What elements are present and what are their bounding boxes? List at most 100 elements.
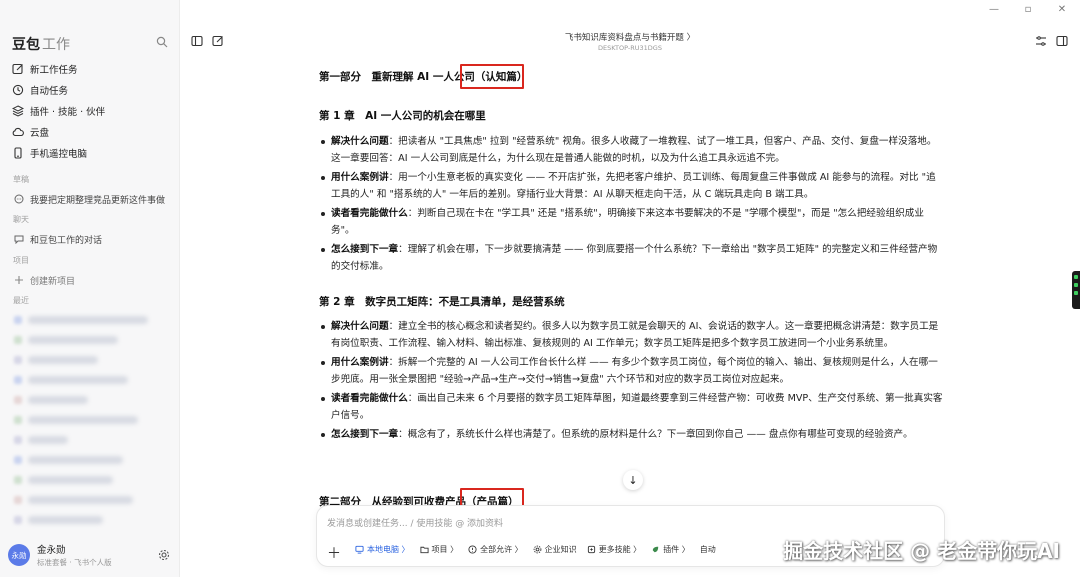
list-item[interactable] — [8, 350, 174, 370]
bullet-key: 解决什么问题 — [331, 321, 389, 332]
list-item[interactable] — [8, 410, 174, 430]
sparkle-icon — [587, 545, 595, 554]
chip-permissions[interactable]: 全部允许 〉 — [468, 544, 523, 555]
app-window: — ▫ ✕ 豆包 工作 新工作任务 自动任务 插件 · 技能 · 伙伴 云盘 手… — [0, 0, 1080, 577]
chip-more-skills[interactable]: 更多技能 〉 — [587, 544, 642, 555]
create-project-label: 创建新项目 — [30, 276, 76, 287]
chip-label: 本地电脑 〉 — [367, 545, 410, 554]
clock-icon — [12, 84, 24, 95]
user-plan: 标准套餐 · 飞书个人版 — [37, 558, 112, 567]
draft-item-label: 我要把定期整理竞品更新这件事做 — [30, 195, 166, 206]
sidebar-item-phone-remote[interactable]: 手机遥控电脑 — [8, 142, 172, 163]
sidebar-item-label: 自动任务 — [30, 85, 69, 97]
chip-plugins[interactable]: 插件 〉 — [651, 544, 690, 555]
list-item: 怎么接到下一章：理解了机会在哪，下一步就要搞清楚 —— 你到底要搭一个什么系统？… — [319, 242, 943, 275]
brand-subtitle: 工作 — [42, 37, 70, 53]
edit-icon — [12, 63, 23, 74]
gear-icon[interactable] — [158, 549, 170, 561]
annotation-highlight — [460, 64, 524, 89]
sidebar-item-plugins[interactable]: 插件 · 技能 · 伙伴 — [8, 100, 172, 121]
chip-project[interactable]: 项目 〉 — [419, 544, 459, 555]
chat-item-label: 和豆包工作的对话 — [30, 235, 103, 246]
chip-local-computer[interactable]: 本地电脑 〉 — [355, 544, 410, 555]
chip-label: 企业知识 — [544, 545, 577, 554]
add-attachment-button[interactable]: ＋ — [327, 543, 341, 563]
composer-toolbar: 本地电脑 〉 项目 〉 全部允许 〉 企业知识 更多技能 〉 插件 〉 自动 — [355, 544, 716, 555]
message-input[interactable]: 发消息或创建任务... / 使用技能 @ 添加资料 — [327, 516, 503, 529]
create-project-button[interactable]: 创建新项目 — [8, 271, 174, 289]
bullet-text: ：用一个小生意老板的真实变化 —— 不开店扩张，先把老客户维护、员工训练、每周复… — [331, 172, 936, 200]
list-item[interactable] — [8, 430, 174, 450]
sidebar-item-label: 云盘 — [30, 127, 50, 139]
chat-bubble-icon — [14, 194, 24, 204]
floating-side-tab[interactable] — [1072, 271, 1080, 309]
list-item[interactable] — [8, 310, 174, 330]
chat-bubble-icon — [14, 235, 24, 244]
shield-icon — [468, 545, 477, 554]
phone-icon — [14, 146, 22, 159]
list-item[interactable] — [8, 390, 174, 410]
list-item: 用什么案例讲：拆解一个完整的 AI 一人公司工作台长什么样 —— 有多少个数字员… — [319, 355, 943, 388]
bullet-key: 怎么接到下一章 — [331, 244, 399, 255]
list-item: 读者看完能做什么：判断自己现在卡在 "学工具" 还是 "搭系统"，明确接下来这本… — [319, 206, 943, 239]
bullet-key: 用什么案例讲 — [331, 172, 389, 183]
recent-list — [8, 310, 174, 530]
chapter-bullets: 解决什么问题：建立全书的核心概念和读者契约。很多人以为数字员工就是会聊天的 AI… — [319, 319, 943, 447]
chip-label: 更多技能 〉 — [598, 545, 642, 554]
doc-title[interactable]: 飞书知识库资料盘点与书籍开题 〉 — [180, 31, 1080, 43]
bullet-text: ：画出自己未来 6 个月要搭的数字员工矩阵草图，知道最终要拿到三件经营产物：可收… — [331, 393, 943, 421]
sidebar: 豆包 工作 新工作任务 自动任务 插件 · 技能 · 伙伴 云盘 手机遥控电脑 … — [0, 0, 180, 577]
list-item[interactable] — [8, 490, 174, 510]
search-icon[interactable] — [156, 36, 168, 48]
list-item[interactable] — [8, 470, 174, 490]
chapter-title: 第 1 章 AI 一人公司的机会在哪里 — [319, 110, 486, 122]
monitor-icon — [355, 545, 364, 554]
avatar: 永勋 — [8, 544, 30, 566]
plugin-icon — [652, 546, 659, 553]
user-text: 金永勋 标准套餐 · 飞书个人版 — [37, 542, 112, 568]
chat-item[interactable]: 和豆包工作的对话 — [8, 230, 174, 248]
plugin-icon — [12, 104, 24, 117]
bullet-text: ：判断自己现在卡在 "学工具" 还是 "搭系统"，明确接下来这本书要解决的不是 … — [331, 208, 924, 236]
bullet-key: 读者看完能做什么 — [331, 393, 408, 404]
chapter-title: 第 2 章 数字员工矩阵：不是工具清单，是经营系统 — [319, 296, 565, 308]
panel-toggle-icon[interactable] — [1056, 35, 1068, 47]
gear-icon — [533, 545, 542, 554]
sidebar-item-cloud[interactable]: 云盘 — [8, 121, 172, 142]
cloud-icon — [12, 127, 24, 136]
list-item: 读者看完能做什么：画出自己未来 6 个月要搭的数字员工矩阵草图，知道最终要拿到三… — [319, 391, 943, 424]
sidebar-item-label: 插件 · 技能 · 伙伴 — [30, 106, 106, 118]
arrow-down-icon: ↓ — [628, 473, 638, 487]
scroll-to-bottom-button[interactable]: ↓ — [623, 470, 643, 490]
section-chats: 聊天 — [13, 215, 29, 224]
chip-enterprise-knowledge[interactable]: 企业知识 — [533, 544, 577, 555]
draft-item[interactable]: 我要把定期整理竞品更新这件事做 — [8, 190, 174, 208]
bullet-text: ：拆解一个完整的 AI 一人公司工作台长什么样 —— 有多少个数字员工岗位，每个… — [331, 357, 938, 385]
top-bar: 飞书知识库资料盘点与书籍开题 〉 DESKTOP-RU31DGS — [180, 0, 1080, 58]
bullet-text: ：概念有了，系统长什么样也清楚了。但系统的原材料是什么？下一章回到你自己 —— … — [398, 429, 913, 440]
list-item: 怎么接到下一章：概念有了，系统长什么样也清楚了。但系统的原材料是什么？下一章回到… — [319, 427, 943, 444]
bullet-key: 解决什么问题 — [331, 136, 389, 147]
bullet-key: 用什么案例讲 — [331, 357, 389, 368]
sidebar-item-auto-task[interactable]: 自动任务 — [8, 79, 172, 100]
chip-label: 项目 〉 — [431, 545, 459, 554]
bullet-key: 怎么接到下一章 — [331, 429, 399, 440]
watermark: 掘金技术社区 @ 老金带你玩AI — [783, 539, 1060, 563]
user-profile[interactable]: 永勋 金永勋 标准套餐 · 飞书个人版 — [8, 541, 174, 569]
section-recent: 最近 — [13, 296, 29, 305]
plus-icon — [15, 276, 23, 284]
sidebar-item-new-task[interactable]: 新工作任务 — [8, 58, 172, 79]
chip-label: 自动 — [699, 545, 716, 554]
list-item[interactable] — [8, 510, 174, 530]
sidebar-nav: 新工作任务 自动任务 插件 · 技能 · 伙伴 云盘 手机遥控电脑 — [8, 58, 172, 163]
chip-label: 全部允许 〉 — [480, 545, 523, 554]
chip-auto[interactable]: 自动 — [700, 544, 716, 555]
device-name: DESKTOP-RU31DGS — [598, 44, 662, 52]
list-item[interactable] — [8, 330, 174, 350]
list-item[interactable] — [8, 450, 174, 470]
bullet-text: ：建立全书的核心概念和读者契约。很多人以为数字员工就是会聊天的 AI、会说话的数… — [331, 321, 939, 349]
list-item[interactable] — [8, 370, 174, 390]
list-item: 解决什么问题：把读者从 "工具焦虑" 拉到 "经营系统" 视角。很多人收藏了一堆… — [319, 134, 943, 167]
list-settings-icon[interactable] — [1035, 35, 1047, 47]
list-item: 用什么案例讲：用一个小生意老板的真实变化 —— 不开店扩张，先把老客户维护、员工… — [319, 170, 943, 203]
